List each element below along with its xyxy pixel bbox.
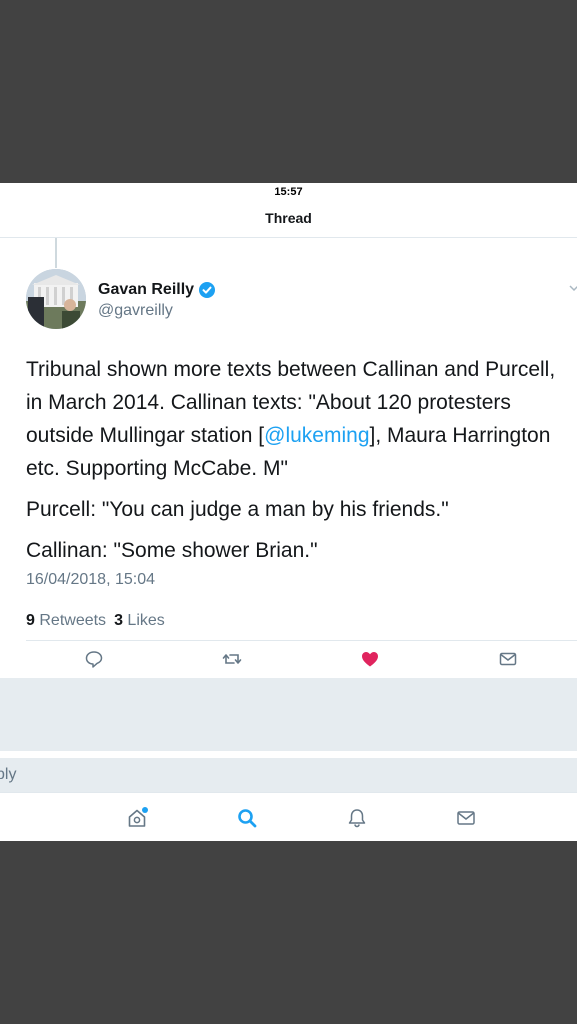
envelope-icon[interactable] (455, 807, 477, 829)
avatar-photo (26, 269, 86, 329)
tweet-paragraph-3: Callinan: "Some shower Brian." (26, 539, 318, 562)
page-title: Thread (265, 210, 312, 226)
tweet-paragraph-2: Purcell: "You can judge a man by his fri… (26, 498, 449, 521)
heart-icon[interactable] (360, 649, 380, 669)
reply-bar[interactable]: ply (0, 758, 577, 792)
reply-icon[interactable] (84, 649, 104, 669)
author-row[interactable]: Gavan Reilly (98, 281, 216, 299)
app-screen: 15:57 Thread Gavan Reilly @gavreilly Tri… (0, 183, 577, 841)
verified-badge-icon (199, 282, 216, 298)
tweet-text: Tribunal shown more texts between Callin… (26, 353, 576, 567)
thread-line (55, 238, 57, 268)
message-icon[interactable] (498, 649, 518, 669)
bell-icon[interactable] (346, 807, 368, 829)
nav-divider (0, 237, 577, 238)
retweet-icon[interactable] (222, 649, 242, 669)
stats-divider (26, 640, 577, 641)
tweet-stats: 9 Retweets 3 Likes (26, 612, 165, 630)
avatar[interactable] (26, 269, 86, 329)
reply-placeholder[interactable]: ply (0, 766, 16, 784)
tab-bar (0, 792, 577, 841)
retweets-count: 9 (26, 612, 35, 629)
tweet-actions (0, 649, 577, 673)
status-time: 15:57 (274, 186, 303, 198)
author-handle[interactable]: @gavreilly (98, 302, 173, 320)
reply-spacer (0, 678, 577, 751)
chevron-down-icon[interactable] (569, 284, 577, 292)
retweets-stat[interactable]: 9 Retweets (26, 612, 106, 629)
retweets-label: Retweets (39, 612, 107, 629)
tweet-timestamp: 16/04/2018, 15:04 (26, 571, 156, 588)
tweet-paragraph-1: Tribunal shown more texts between Callin… (26, 353, 576, 485)
home-notification-dot (142, 807, 148, 813)
search-icon[interactable] (236, 807, 258, 829)
likes-label: Likes (127, 612, 165, 629)
author-name[interactable]: Gavan Reilly (98, 281, 194, 299)
likes-count: 3 (114, 612, 123, 629)
likes-stat[interactable]: 3 Likes (114, 612, 165, 629)
mention-link[interactable]: @lukeming (264, 424, 369, 447)
